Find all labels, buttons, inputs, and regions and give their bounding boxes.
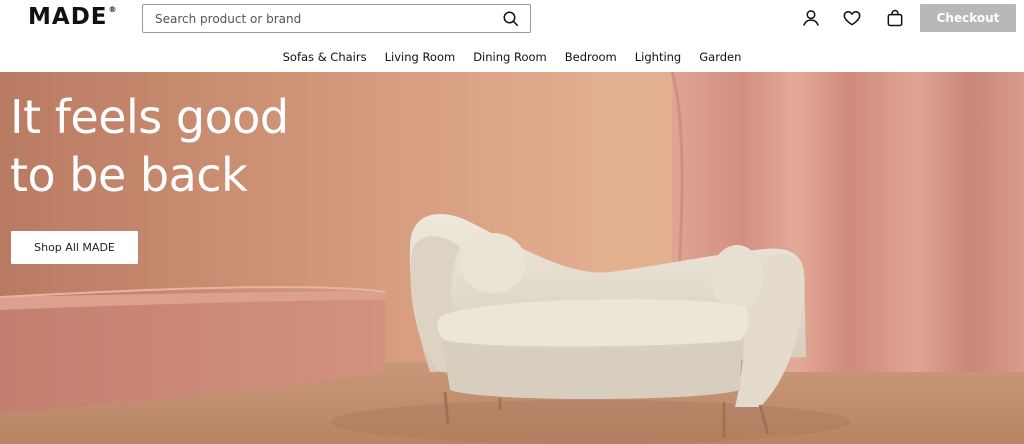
registered-mark: ® xyxy=(108,5,118,14)
hero-headline-line-1: It feels good xyxy=(10,90,289,144)
hero-headline-line-2: to be back xyxy=(10,148,248,202)
nav-item-garden[interactable]: Garden xyxy=(690,50,750,68)
site-header: MADE® Checkout Sofas & Chairs Living Roo… xyxy=(0,0,1024,72)
heart-icon[interactable] xyxy=(842,8,862,28)
nav-item-living-room[interactable]: Living Room xyxy=(376,50,465,68)
hero-headline: It feels good to be back xyxy=(10,88,370,204)
made-logo[interactable]: MADE® xyxy=(28,4,118,30)
nav-item-sofas-chairs[interactable]: Sofas & Chairs xyxy=(274,50,376,68)
nav-item-lighting[interactable]: Lighting xyxy=(626,50,690,68)
nav-item-bedroom[interactable]: Bedroom xyxy=(556,50,626,68)
logo-text: MADE xyxy=(28,4,108,30)
bag-icon[interactable] xyxy=(885,8,905,28)
nav-item-dining-room[interactable]: Dining Room xyxy=(464,50,556,68)
main-nav: Sofas & Chairs Living Room Dining Room B… xyxy=(0,50,1024,68)
search-icon[interactable] xyxy=(502,10,520,28)
hero-banner: It feels good to be back Shop All MADE xyxy=(0,72,1024,444)
checkout-button[interactable]: Checkout xyxy=(920,4,1016,32)
shop-all-button[interactable]: Shop All MADE xyxy=(11,231,138,264)
account-icon[interactable] xyxy=(801,8,821,28)
search-input[interactable] xyxy=(155,5,495,32)
search-bar xyxy=(142,4,531,33)
